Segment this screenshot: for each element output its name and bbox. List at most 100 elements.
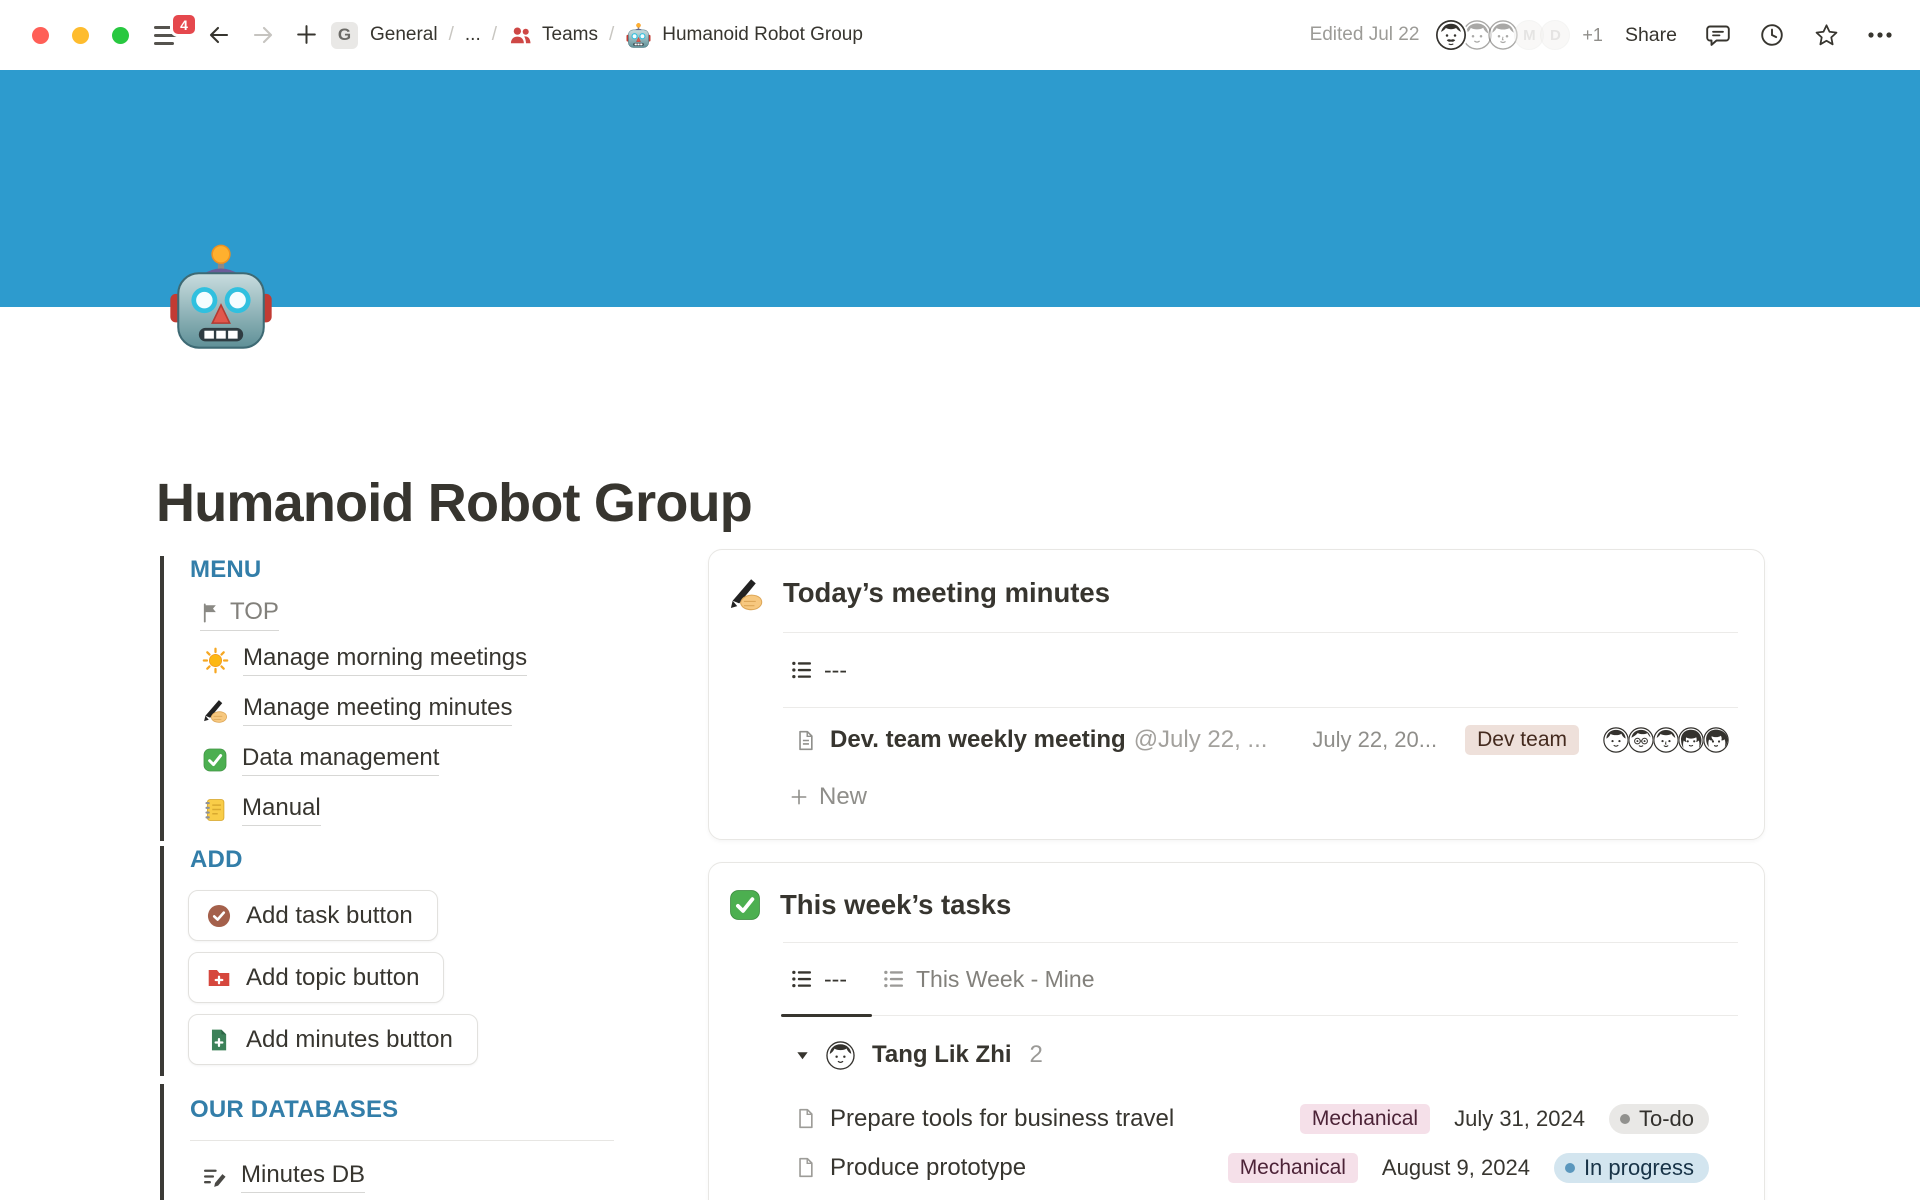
sidebar-toggle-button[interactable]: 4 — [154, 20, 188, 52]
add-heading: ADD — [190, 846, 630, 874]
menu-link-meeting-minutes[interactable]: Manage meeting minutes — [202, 685, 630, 735]
breadcrumb-separator: / — [492, 24, 497, 46]
menu-link-label: Data management — [242, 744, 439, 776]
view-tab-this-week-mine[interactable]: This Week - Mine — [883, 966, 1095, 993]
category-tag[interactable]: Mechanical — [1300, 1104, 1430, 1134]
teams-icon — [508, 23, 533, 48]
close-window-button[interactable] — [32, 27, 49, 44]
task-properties: Mechanical August 9, 2024 In progress — [1228, 1153, 1709, 1183]
status-badge[interactable]: To-do — [1609, 1104, 1709, 1134]
tasks-card-title: This week’s tasks — [780, 889, 1011, 921]
more-collaborators-count[interactable]: +1 — [1582, 25, 1603, 46]
view-tab-label: --- — [824, 657, 847, 684]
new-tab-button[interactable] — [294, 22, 319, 47]
status-label: In progress — [1584, 1155, 1694, 1181]
toolbar-actions: Edited Jul 22 M D +1 Share — [1310, 0, 1894, 70]
category-tag[interactable]: Mechanical — [1228, 1153, 1358, 1183]
file-plus-icon — [206, 1027, 232, 1053]
hamburger-icon — [154, 26, 171, 29]
add-topic-label: Add topic button — [246, 964, 419, 992]
status-badge[interactable]: In progress — [1554, 1153, 1709, 1183]
new-row-button[interactable]: New — [709, 772, 1764, 822]
breadcrumb-current-page[interactable]: Humanoid Robot Group — [662, 24, 863, 46]
robot-page-icon-large[interactable] — [164, 240, 278, 354]
menu-heading: MENU — [190, 556, 630, 584]
attendee-avatars[interactable] — [1603, 727, 1729, 753]
menu-link-manual[interactable]: Manual — [202, 785, 630, 835]
more-options-icon[interactable] — [1866, 21, 1894, 49]
workspace-icon[interactable]: G — [331, 22, 358, 49]
meeting-date-cell[interactable]: July 22, 20... — [1312, 727, 1437, 753]
comments-icon[interactable] — [1705, 22, 1731, 48]
plus-icon — [789, 787, 809, 807]
menu-link-top[interactable]: TOP — [200, 598, 279, 631]
group-name[interactable]: Tang Lik Zhi — [872, 1041, 1012, 1069]
folder-plus-icon — [206, 965, 232, 991]
view-tab-label: This Week - Mine — [916, 966, 1095, 993]
add-task-button[interactable]: Add task button — [188, 890, 438, 941]
task-title[interactable]: Prepare tools for business travel — [830, 1105, 1174, 1133]
divider — [783, 1015, 1738, 1016]
view-tab-default[interactable]: --- — [791, 966, 847, 993]
avatar[interactable] — [1436, 20, 1466, 50]
avatar[interactable]: D — [1540, 20, 1570, 50]
add-minutes-button[interactable]: Add minutes button — [188, 1014, 478, 1065]
history-clock-icon[interactable] — [1759, 22, 1785, 48]
minimize-window-button[interactable] — [72, 27, 89, 44]
breadcrumb-collapsed[interactable]: ... — [465, 24, 481, 46]
window-controls — [32, 27, 129, 44]
zoom-window-button[interactable] — [112, 27, 129, 44]
due-date[interactable]: August 9, 2024 — [1382, 1155, 1530, 1181]
status-dot — [1565, 1163, 1575, 1173]
writing-hand-icon — [202, 697, 229, 724]
share-button[interactable]: Share — [1625, 24, 1677, 47]
database-link-minutes-db[interactable]: Minutes DB — [202, 1161, 630, 1193]
menu-link-label: Manage morning meetings — [243, 644, 527, 676]
minutes-view-tabs: --- — [709, 633, 1764, 707]
divider — [190, 1140, 614, 1141]
database-link-label: Minutes DB — [241, 1161, 365, 1193]
task-row[interactable]: Prepare tools for business travel Mechan… — [709, 1094, 1764, 1143]
page-icon — [794, 729, 817, 752]
view-tab-default[interactable]: --- — [791, 657, 847, 684]
list-view-icon — [883, 968, 905, 990]
task-properties: Mechanical July 31, 2024 To-do — [1300, 1104, 1709, 1134]
add-minutes-label: Add minutes button — [246, 1026, 453, 1054]
meeting-title[interactable]: Dev. team weekly meeting — [830, 726, 1126, 754]
breadcrumb-teams[interactable]: Teams — [542, 24, 598, 46]
breadcrumb-separator: / — [609, 24, 614, 46]
page-title[interactable]: Humanoid Robot Group — [156, 472, 752, 534]
sun-icon — [202, 647, 229, 674]
collapse-caret-icon[interactable] — [795, 1048, 810, 1063]
list-view-icon — [791, 659, 813, 681]
breadcrumb: G General / ... / Teams / Humanoid Robot… — [331, 0, 863, 70]
menu-link-morning-meetings[interactable]: Manage morning meetings — [202, 635, 630, 685]
window-toolbar: 4 G General / ... / Teams / Humanoid Rob… — [0, 0, 1920, 70]
task-title[interactable]: Produce prototype — [830, 1154, 1026, 1182]
check-mark-icon — [202, 747, 228, 773]
list-pencil-icon — [202, 1165, 227, 1190]
add-topic-button[interactable]: Add topic button — [188, 952, 444, 1003]
minutes-card: Today’s meeting minutes --- Dev. team we… — [708, 549, 1765, 840]
menu-link-data-management[interactable]: Data management — [202, 735, 630, 785]
task-check-icon — [206, 903, 232, 929]
team-tag[interactable]: Dev team — [1465, 725, 1579, 755]
breadcrumb-workspace[interactable]: General — [370, 24, 438, 46]
forward-button[interactable] — [250, 22, 276, 48]
view-tab-label: --- — [824, 966, 847, 993]
meeting-date-mention: @July 22, ... — [1134, 726, 1268, 754]
app-window: 4 G General / ... / Teams / Humanoid Rob… — [0, 0, 1920, 1200]
due-date[interactable]: July 31, 2024 — [1454, 1106, 1585, 1132]
status-label: To-do — [1639, 1106, 1694, 1132]
status-dot — [1620, 1114, 1630, 1124]
check-mark-icon — [728, 888, 762, 922]
favorite-star-icon[interactable] — [1813, 22, 1840, 49]
menu-link-label: Manual — [242, 794, 321, 826]
meeting-row[interactable]: Dev. team weekly meeting @July 22, ... J… — [709, 708, 1764, 772]
back-button[interactable] — [206, 22, 232, 48]
page-icon — [794, 1156, 817, 1179]
avatar — [826, 1041, 855, 1070]
last-edited-label[interactable]: Edited Jul 22 — [1310, 24, 1420, 46]
task-row[interactable]: Produce prototype Mechanical August 9, 2… — [709, 1143, 1764, 1192]
robot-page-icon — [625, 22, 652, 49]
